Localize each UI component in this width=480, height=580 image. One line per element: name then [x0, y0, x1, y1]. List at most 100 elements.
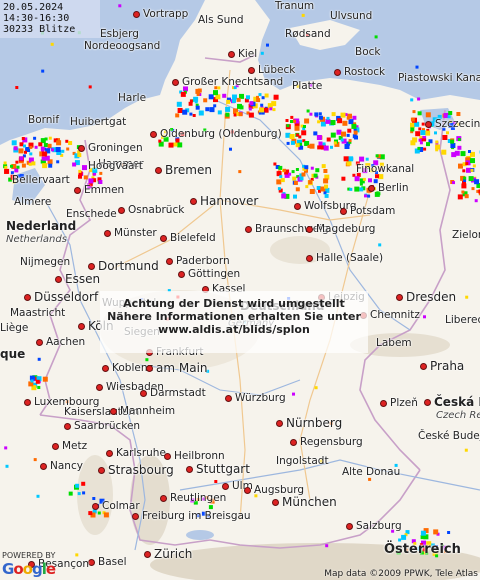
lightning-strike: [217, 110, 222, 115]
lightning-strike: [457, 145, 462, 150]
lightning-strike: [168, 142, 174, 148]
lightning-strike: [208, 505, 213, 510]
city-marker-icon: [78, 323, 85, 330]
map-canvas[interactable]: Vortrapp Als Sund Tranum Ulvsund Esbjerg Nord…: [0, 0, 480, 580]
lightning-strike: [61, 149, 65, 153]
city-label: Basel: [88, 556, 127, 568]
lightning-strike: [450, 139, 455, 144]
city-name: Szczecin: [435, 118, 480, 130]
lightning-strike: [35, 379, 40, 384]
city-label: que: [0, 348, 25, 360]
city-marker-icon: [248, 66, 255, 74]
city-label: Hoogvaart: [88, 160, 143, 172]
lightning-strike: [43, 143, 48, 147]
lightning-strike: [29, 145, 33, 149]
lightning-strike: [266, 43, 269, 47]
city-name: Potsdam: [350, 205, 396, 217]
lightning-strike: [248, 107, 252, 111]
lightning-strike: [34, 145, 38, 149]
lightning-strike: [283, 168, 286, 172]
city-marker-icon: [186, 466, 193, 473]
city-label: Salzburg: [346, 520, 402, 532]
lightning-strike: [340, 138, 344, 142]
lightning-strike: [294, 125, 300, 131]
lightning-strike: [16, 165, 20, 169]
city-label: Ingolstadt: [276, 455, 329, 467]
lightning-strike: [331, 112, 336, 117]
google-logo[interactable]: POWERED BY Google: [2, 551, 56, 578]
city-name: Groningen: [88, 142, 143, 154]
lightning-strike: [118, 4, 122, 8]
city-marker-icon: [140, 389, 147, 397]
city-label: Groningen: [78, 142, 143, 154]
city-marker-icon: [228, 50, 235, 58]
lightning-strike: [222, 93, 227, 98]
lightning-strike: [330, 145, 333, 149]
lightning-strike: [410, 98, 414, 102]
city-name: am Main: [156, 361, 208, 375]
lightning-strike: [450, 143, 456, 148]
lightning-strike: [446, 131, 449, 135]
city-name: Netherlands: [6, 234, 67, 245]
lightning-strike: [292, 176, 297, 181]
lightning-strike: [233, 113, 237, 117]
lightning-strike: [19, 142, 24, 147]
city-marker-icon: [290, 438, 297, 446]
lightning-strike: [316, 135, 322, 140]
lightning-strike: [337, 118, 343, 124]
lightning-strike: [340, 112, 346, 118]
lightning-strike: [214, 480, 218, 483]
lightning-strike: [310, 166, 314, 170]
city-name: Großer Knechtsand: [182, 76, 284, 88]
city-marker-icon: [380, 399, 387, 407]
lightning-strike: [354, 186, 360, 192]
map-attribution[interactable]: Map data ©2009 PPWK, Tele Atlas: [324, 569, 478, 579]
lightning-strike: [410, 117, 415, 122]
lightning-strike: [307, 145, 311, 148]
city-label: Reutlingen: [160, 492, 226, 504]
lightning-strike: [291, 170, 295, 174]
city-marker-icon: [306, 254, 313, 262]
lightning-strike: [342, 120, 348, 126]
city-label: Rostock: [334, 66, 385, 78]
city-label: Stuttgart: [186, 463, 250, 475]
lightning-strike: [280, 178, 285, 183]
city-marker-icon: [396, 294, 403, 301]
lightning-strike: [463, 176, 467, 180]
lightning-strike: [320, 121, 326, 127]
city-marker-icon: [24, 398, 31, 406]
lightning-strike: [412, 110, 416, 114]
city-label: Essen: [55, 273, 100, 285]
lightning-strike: [454, 150, 460, 156]
city-name: Vortrapp: [143, 8, 189, 20]
lightning-strike: [225, 112, 230, 117]
city-name: Metz: [62, 440, 88, 452]
lightning-strike: [323, 169, 328, 173]
lightning-strike: [213, 90, 218, 96]
lightning-strike: [367, 194, 371, 198]
city-label: Oldenburg (Oldenburg): [150, 128, 282, 140]
city-name: Bielefeld: [170, 232, 216, 244]
lightning-strike: [232, 98, 236, 103]
lightning-strike: [346, 116, 350, 120]
lightning-strike: [317, 120, 321, 124]
city-label: Liège: [0, 322, 28, 334]
lightning-strike: [306, 109, 310, 113]
lightning-strike: [47, 143, 52, 148]
city-label: Platte: [292, 80, 322, 92]
city-label: Ulvsund: [330, 10, 372, 22]
lightning-strike: [474, 199, 478, 203]
city-name: Maastricht: [10, 307, 66, 319]
city-name: Dortmund: [98, 259, 159, 273]
lightning-strike: [285, 119, 289, 122]
notice-link[interactable]: www.aldis.at/blids/splon: [100, 323, 368, 336]
lightning-strike: [364, 194, 367, 198]
lightning-strike: [271, 101, 277, 107]
city-marker-icon: [340, 207, 347, 215]
lightning-strike: [21, 137, 25, 140]
lightning-strike: [301, 172, 306, 177]
lightning-strike: [365, 157, 369, 161]
lightning-strike: [423, 147, 427, 151]
city-name: Berlin: [378, 182, 409, 194]
lightning-strike: [359, 182, 363, 186]
